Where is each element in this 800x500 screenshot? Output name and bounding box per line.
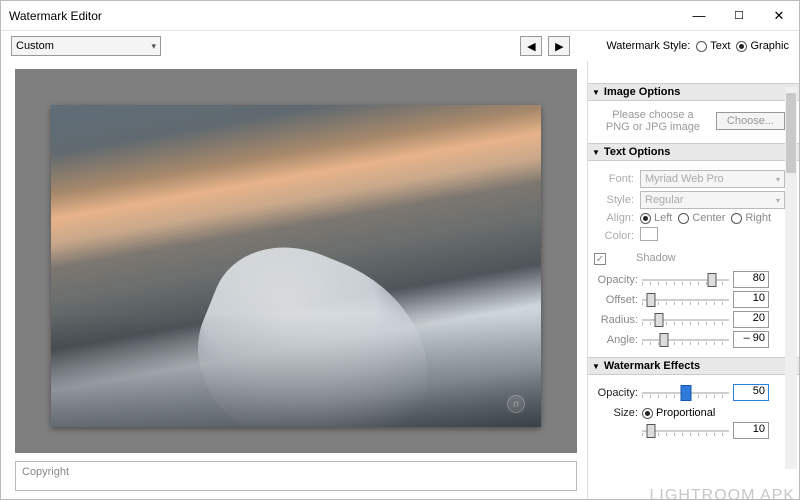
- shadow-opacity-label: Opacity:: [594, 274, 638, 286]
- radio-icon: [678, 213, 689, 224]
- chevron-down-icon: ▾: [776, 196, 780, 205]
- choose-image-button[interactable]: Choose...: [716, 112, 785, 130]
- size-proportional-radio[interactable]: Proportional: [642, 407, 715, 419]
- shadow-radius-slider[interactable]: [642, 317, 729, 323]
- shadow-radius-label: Radius:: [594, 314, 638, 326]
- right-panel: ▼ Image Options Please choose a PNG or J…: [587, 61, 799, 499]
- effects-opacity-label: Opacity:: [594, 387, 638, 399]
- next-image-button[interactable]: ▶: [548, 36, 570, 56]
- effects-opacity-slider[interactable]: [642, 390, 729, 396]
- minimize-button[interactable]: —: [679, 1, 719, 31]
- shadow-section-title: Shadow: [636, 252, 676, 264]
- shadow-opacity-value[interactable]: 80: [733, 271, 769, 288]
- image-options-hint: Please choose a PNG or JPG image: [598, 109, 708, 133]
- align-left-radio[interactable]: Left: [640, 212, 672, 224]
- shadow-angle-value[interactable]: – 90: [733, 331, 769, 348]
- shadow-offset-value[interactable]: 10: [733, 291, 769, 308]
- font-label: Font:: [594, 173, 634, 185]
- shadow-checkbox[interactable]: ✓: [594, 253, 606, 265]
- font-style-label: Style:: [594, 194, 634, 206]
- disclosure-triangle-icon: ▼: [592, 88, 600, 97]
- toolbar: Custom ▾ ◀ ▶ Watermark Style: Text Graph…: [1, 31, 799, 61]
- align-center-radio[interactable]: Center: [678, 212, 725, 224]
- watermark-effects-header[interactable]: ▼ Watermark Effects: [588, 357, 799, 375]
- shadow-opacity-slider[interactable]: [642, 277, 729, 283]
- radio-icon: [731, 213, 742, 224]
- prev-image-button[interactable]: ◀: [520, 36, 542, 56]
- shadow-radius-value[interactable]: 20: [733, 311, 769, 328]
- preset-value: Custom: [16, 40, 54, 52]
- chevron-down-icon: ▾: [776, 175, 780, 184]
- text-options-header[interactable]: ▼ Text Options: [588, 143, 799, 161]
- font-dropdown[interactable]: Myriad Web Pro ▾: [640, 170, 785, 188]
- font-style-dropdown[interactable]: Regular ▾: [640, 191, 785, 209]
- text-color-swatch[interactable]: [640, 227, 658, 241]
- style-graphic-radio[interactable]: Graphic: [736, 40, 789, 52]
- align-label: Align:: [594, 212, 634, 224]
- branding-watermark: LIGHTROOM APK: [650, 487, 795, 499]
- effects-size-value[interactable]: 10: [733, 422, 769, 439]
- window-title: Watermark Editor: [9, 9, 679, 23]
- image-options-header[interactable]: ▼ Image Options: [588, 83, 799, 101]
- shadow-angle-slider[interactable]: [642, 337, 729, 343]
- preview-stage: n: [15, 69, 577, 453]
- preview-image: n: [51, 105, 541, 427]
- radio-icon: [642, 408, 653, 419]
- effects-size-slider[interactable]: [642, 428, 729, 434]
- radio-icon: [640, 213, 651, 224]
- radio-icon: [736, 41, 747, 52]
- style-text-radio[interactable]: Text: [696, 40, 730, 52]
- shadow-angle-label: Angle:: [594, 334, 638, 346]
- shadow-offset-label: Offset:: [594, 294, 638, 306]
- left-pane: n Copyright: [1, 61, 587, 499]
- right-panel-scrollbar[interactable]: [785, 87, 797, 469]
- disclosure-triangle-icon: ▼: [592, 148, 600, 157]
- effects-opacity-value[interactable]: 50: [733, 384, 769, 401]
- color-label: Color:: [594, 230, 634, 242]
- copyright-input[interactable]: Copyright: [15, 461, 577, 491]
- close-button[interactable]: ✕: [759, 1, 799, 31]
- preset-dropdown[interactable]: Custom ▾: [11, 36, 161, 56]
- disclosure-triangle-icon: ▼: [592, 362, 600, 371]
- shadow-offset-slider[interactable]: [642, 297, 729, 303]
- watermark-style-label: Watermark Style:: [606, 40, 690, 52]
- watermark-preview-badge: n: [507, 395, 525, 413]
- title-bar: Watermark Editor — ☐ ✕: [1, 1, 799, 31]
- chevron-down-icon: ▾: [151, 41, 156, 52]
- effects-size-label: Size:: [594, 407, 638, 419]
- radio-icon: [696, 41, 707, 52]
- maximize-button[interactable]: ☐: [719, 1, 759, 31]
- align-right-radio[interactable]: Right: [731, 212, 771, 224]
